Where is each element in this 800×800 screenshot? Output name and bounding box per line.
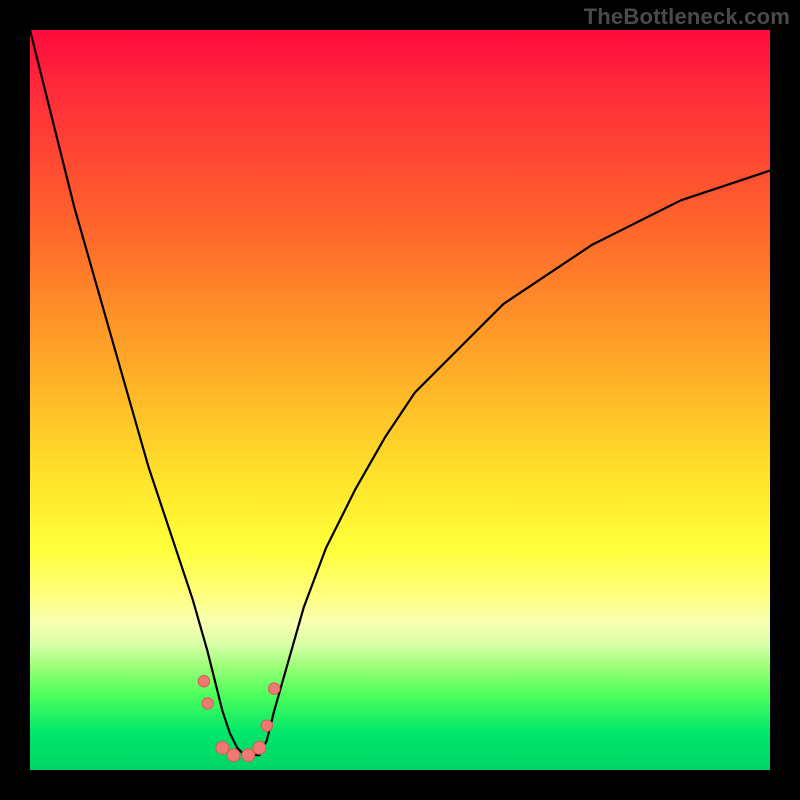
marker-dot <box>253 741 266 754</box>
marker-dot <box>269 683 280 694</box>
marker-dot <box>261 720 272 731</box>
marker-dot <box>242 749 255 762</box>
chart-svg <box>30 30 770 770</box>
marker-dot <box>227 749 240 762</box>
bottleneck-curve <box>30 30 770 755</box>
outer-frame: TheBottleneck.com <box>0 0 800 800</box>
plot-area <box>30 30 770 770</box>
watermark-text: TheBottleneck.com <box>584 4 790 30</box>
marker-dot <box>202 698 213 709</box>
marker-dot <box>216 741 229 754</box>
marker-dot <box>198 676 209 687</box>
